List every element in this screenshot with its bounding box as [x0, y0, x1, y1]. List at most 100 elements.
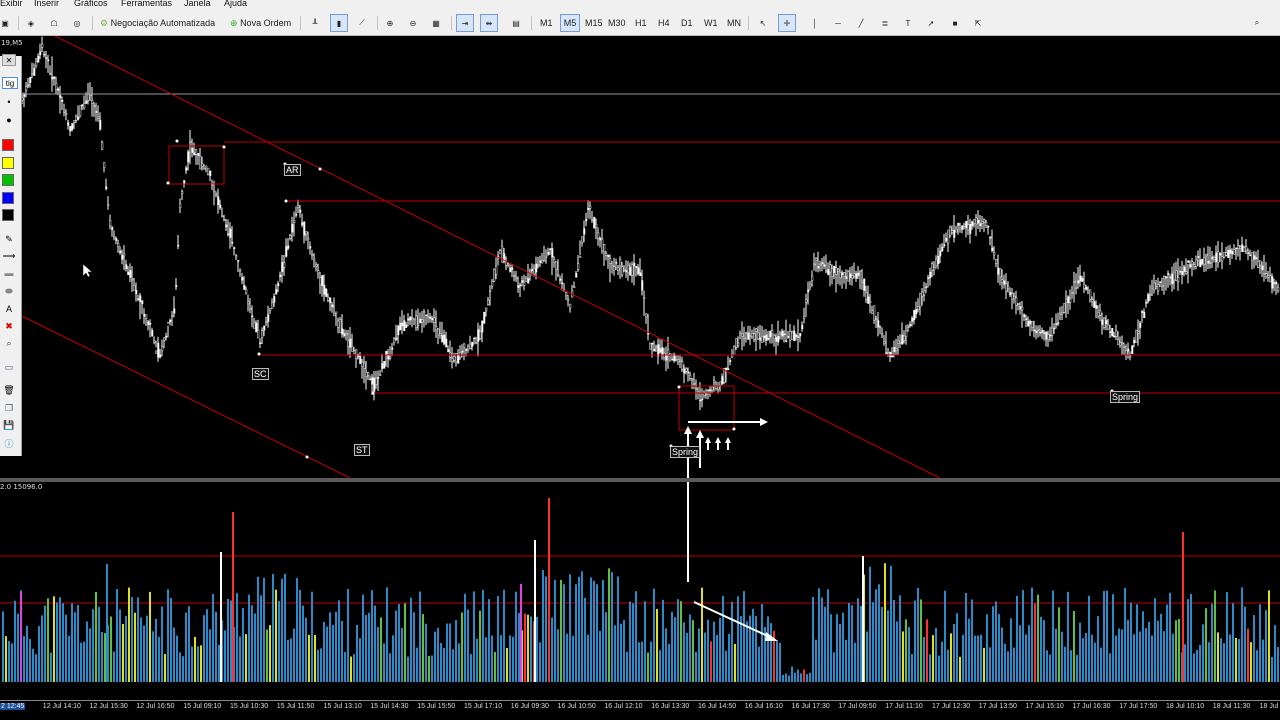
signals-icon[interactable]: ◎: [68, 14, 86, 32]
candle-body: [917, 306, 920, 311]
channel-icon[interactable]: ≣: [876, 14, 894, 32]
line-chart-icon[interactable]: ⟋: [353, 14, 371, 32]
timeframe-h1[interactable]: H1: [631, 14, 651, 32]
text-icon[interactable]: A: [2, 303, 16, 315]
color-green-swatch[interactable]: [2, 174, 14, 186]
volume-bar: [692, 620, 694, 682]
volume-bar: [77, 604, 79, 682]
more-tools-icon[interactable]: ⇱: [969, 14, 987, 32]
timeframe-m5[interactable]: M5: [560, 14, 580, 32]
arrow-tool-icon[interactable]: ➚: [922, 14, 940, 32]
delete-icon[interactable]: ✖: [2, 320, 16, 332]
candle-body: [101, 142, 104, 150]
annotation-sc[interactable]: SC: [252, 368, 269, 380]
timeframe-m1[interactable]: M1: [536, 14, 557, 32]
indicators-icon[interactable]: ▤: [507, 14, 525, 32]
candle-body: [271, 302, 274, 309]
volume-pane[interactable]: [0, 482, 1280, 700]
vertical-line-icon[interactable]: │: [806, 14, 824, 32]
chart-shift-icon[interactable]: ⇹: [480, 14, 498, 32]
color-yellow-swatch[interactable]: [2, 157, 14, 169]
timeframe-h4[interactable]: H4: [654, 14, 674, 32]
candle-body: [1207, 260, 1210, 264]
candle-body: [263, 325, 266, 331]
candle-body: [843, 272, 846, 277]
volume-bar: [254, 613, 256, 682]
dot-icon[interactable]: •: [2, 96, 16, 108]
timeframe-m15[interactable]: M15: [581, 14, 607, 32]
time-axis-label: 16 Jul 10:50: [557, 703, 596, 710]
line-arrow-icon[interactable]: ⟶: [2, 250, 16, 262]
volume-bar: [839, 623, 841, 682]
color-black-swatch[interactable]: [2, 209, 14, 221]
price-chart[interactable]: [0, 36, 1280, 478]
volume-bar: [1241, 587, 1243, 682]
color-blue-swatch[interactable]: [2, 192, 14, 204]
search-icon[interactable]: ⌕: [1248, 14, 1266, 32]
candle-body: [679, 359, 682, 362]
dash-icon[interactable]: ▭: [2, 361, 16, 373]
menu-janela[interactable]: Janela: [184, 0, 211, 8]
timeframe-mn[interactable]: MN: [723, 14, 745, 32]
volume-bar: [203, 615, 205, 682]
shapes-icon[interactable]: ■: [946, 14, 964, 32]
candle-body: [1089, 289, 1092, 300]
cursor-icon[interactable]: ↖: [754, 14, 772, 32]
candle-body: [513, 275, 516, 277]
text-tool-icon[interactable]: T: [899, 14, 917, 32]
auto-scroll-icon[interactable]: ⇥: [456, 14, 474, 32]
volume-bar: [452, 649, 454, 682]
volume-bar: [149, 591, 151, 682]
trash-icon[interactable]: 🗑: [2, 384, 16, 396]
horizontal-line-icon[interactable]: ─: [829, 14, 847, 32]
ellipse-icon[interactable]: ⬬: [2, 285, 16, 297]
menu-ferramentas[interactable]: Ferramentas: [121, 0, 172, 8]
timeframe-w1[interactable]: W1: [700, 14, 722, 32]
timeframe-m30[interactable]: M30: [604, 14, 630, 32]
volume-bar: [974, 635, 976, 682]
info-icon[interactable]: ⓘ: [2, 437, 16, 449]
color-red-swatch[interactable]: [2, 139, 14, 151]
pencil-icon[interactable]: ✎: [2, 233, 16, 245]
magnifier-icon[interactable]: ⌕: [2, 337, 16, 349]
algo-trading-button[interactable]: ⚙ Negociação Automatizada: [96, 14, 219, 32]
new-order-button[interactable]: ⊕ Nova Ordem: [226, 14, 295, 32]
tile-windows-icon[interactable]: ▦: [427, 14, 445, 32]
volume-bar: [1109, 653, 1111, 682]
volume-bar: [482, 589, 484, 682]
bar-chart-icon[interactable]: ┸: [306, 14, 324, 32]
annotation-ar[interactable]: AR: [284, 164, 301, 176]
zoom-in-icon[interactable]: ⊕: [381, 14, 399, 32]
zoom-out-icon[interactable]: ⊖: [404, 14, 422, 32]
volume-bar: [428, 655, 430, 682]
candle-body: [729, 360, 732, 362]
candle-body: [1259, 260, 1262, 266]
candlestick-icon[interactable]: ▮: [330, 14, 348, 32]
copy-icon[interactable]: ❐: [2, 402, 16, 414]
panel-close-icon[interactable]: ✕: [2, 54, 16, 66]
menu-inserir[interactable]: Inserir: [34, 0, 59, 8]
candle-body: [229, 228, 232, 238]
timeframe-d1[interactable]: D1: [677, 14, 697, 32]
annotation-spring-left[interactable]: Spring: [670, 446, 701, 458]
crosshair-icon[interactable]: ✛: [778, 14, 796, 32]
volume-bar: [923, 636, 925, 682]
menu-graficos[interactable]: Gráficos: [74, 0, 108, 8]
annotation-st[interactable]: ST: [354, 444, 370, 456]
trend-line-icon[interactable]: ╱: [852, 14, 870, 32]
new-chart-icon[interactable]: ▣: [0, 14, 14, 32]
candle-body: [555, 261, 558, 270]
save-icon[interactable]: 💾: [2, 419, 16, 431]
annotation-spring-right[interactable]: Spring: [1110, 391, 1141, 403]
candle-body: [683, 368, 686, 374]
circle-icon[interactable]: ●: [2, 114, 16, 126]
volume-bar: [542, 570, 544, 682]
profiles-icon[interactable]: ◈: [22, 14, 40, 32]
menu-ajuda[interactable]: Ajuda: [224, 0, 247, 8]
rectangle-icon[interactable]: ▬: [2, 267, 16, 279]
navigator-icon[interactable]: ☖: [45, 14, 63, 32]
panel-tab[interactable]: tig: [2, 77, 18, 89]
volume-bar: [749, 615, 751, 682]
volume-bar: [797, 669, 799, 682]
menu-exibir[interactable]: Exibir: [0, 0, 23, 8]
